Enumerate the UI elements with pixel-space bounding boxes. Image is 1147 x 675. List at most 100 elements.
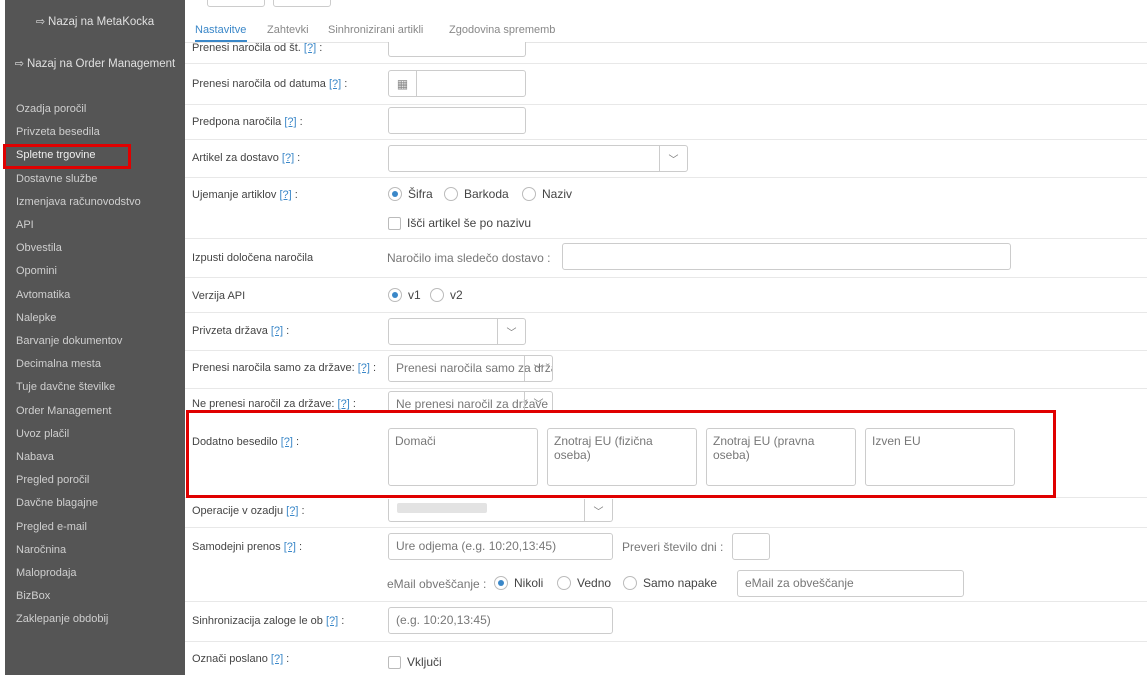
extra-text-domestic-textarea[interactable]: Domači bbox=[388, 428, 538, 486]
sidebar-item[interactable]: Maloprodaja bbox=[16, 565, 77, 581]
sidebar-item[interactable]: Nabava bbox=[16, 449, 54, 465]
only-countries-select[interactable]: Prenesi naročila samo za države ﹀ bbox=[388, 355, 553, 382]
row-divider bbox=[185, 238, 1147, 239]
top-button-1[interactable] bbox=[207, 0, 265, 7]
from-date-label: Prenesi naročila od datuma [?] : bbox=[192, 78, 348, 90]
tab-divider bbox=[185, 42, 1147, 43]
sidebar-item[interactable]: Tuje davčne številke bbox=[16, 379, 115, 395]
radio-checked-icon bbox=[388, 288, 402, 302]
prefix-label: Predpona naročila [?] : bbox=[192, 116, 303, 128]
email-notify-vedno-radio[interactable]: Vedno bbox=[557, 576, 611, 590]
sidebar-item[interactable]: Naročnina bbox=[16, 542, 66, 558]
sidebar-item[interactable]: Decimalna mesta bbox=[16, 356, 101, 372]
auto-transfer-input[interactable]: Ure odjema (e.g. 10:20,13:45) bbox=[388, 533, 613, 560]
row-divider bbox=[185, 350, 1147, 351]
sidebar-item[interactable]: Nalepke bbox=[16, 310, 56, 326]
from-number-input[interactable] bbox=[388, 42, 526, 57]
sidebar-item[interactable]: Dostavne službe bbox=[16, 171, 97, 187]
sidebar-item[interactable]: Avtomatika bbox=[16, 287, 70, 303]
skip-orders-label: Izpusti določena naročila bbox=[192, 252, 314, 264]
back-to-order-management-link[interactable]: ⇨ Nazaj na Order Management bbox=[5, 57, 185, 70]
row-divider bbox=[185, 312, 1147, 313]
radio-unchecked-icon bbox=[430, 288, 444, 302]
chevron-down-icon: ﹀ bbox=[659, 146, 687, 171]
sidebar-item[interactable]: Ozadja poročil bbox=[16, 101, 86, 117]
email-input[interactable]: eMail za obveščanje bbox=[737, 570, 964, 597]
default-country-label: Privzeta država [?] : bbox=[192, 325, 290, 337]
api-v1-radio[interactable]: v1 bbox=[388, 288, 421, 302]
sidebar-item[interactable]: Barvanje dokumentov bbox=[16, 333, 122, 349]
item-match-sifra-radio[interactable]: Šifra bbox=[388, 187, 433, 201]
row-divider bbox=[185, 497, 1147, 498]
radio-checked-icon bbox=[388, 187, 402, 201]
sidebar-item[interactable]: Order Management bbox=[16, 403, 111, 419]
row-divider bbox=[185, 388, 1147, 389]
tab-zgodovina-sprememb[interactable]: Zgodovina sprememb bbox=[449, 24, 555, 36]
tab-sinhronizirani-artikli[interactable]: Sinhronizirani artikli bbox=[328, 24, 423, 36]
sidebar-item[interactable]: BizBox bbox=[16, 588, 50, 604]
sidebar-item[interactable]: Izmenjava računovodstvo bbox=[16, 194, 141, 210]
auto-transfer-label: Samodejni prenos [?] : bbox=[192, 541, 303, 553]
calendar-icon: ▦ bbox=[389, 71, 417, 96]
checkbox-icon bbox=[388, 216, 401, 230]
bg-operations-select[interactable]: ﹀ bbox=[388, 499, 613, 522]
check-days-label: Preveri število dni : bbox=[622, 540, 724, 554]
radio-unchecked-icon bbox=[557, 576, 571, 590]
item-match-label: Ujemanje artiklov [?] : bbox=[192, 189, 298, 201]
chevron-down-icon: ﹀ bbox=[497, 319, 525, 344]
email-notify-samo-napake-radio[interactable]: Samo napake bbox=[623, 576, 717, 590]
row-divider bbox=[185, 139, 1147, 140]
sidebar-item[interactable]: API bbox=[16, 217, 34, 233]
row-divider bbox=[185, 104, 1147, 105]
sidebar-item[interactable]: Pregled poročil bbox=[16, 472, 89, 488]
row-divider bbox=[185, 177, 1147, 178]
sidebar-left-edge bbox=[0, 0, 5, 675]
api-version-label: Verzija API bbox=[192, 290, 246, 302]
sidebar-item[interactable]: Zaklepanje obdobij bbox=[16, 611, 108, 627]
extra-text-eu-individual-textarea[interactable]: Znotraj EU (fizična oseba) bbox=[547, 428, 697, 486]
stock-sync-input[interactable]: (e.g. 10:20,13:45) bbox=[388, 607, 613, 634]
item-match-barkoda-radio[interactable]: Barkoda bbox=[444, 187, 509, 201]
sidebar-item[interactable]: Davčne blagajne bbox=[16, 495, 98, 511]
row-divider bbox=[185, 277, 1147, 278]
email-notify-label: eMail obveščanje : bbox=[387, 577, 487, 591]
sidebar-item[interactable]: Uvoz plačil bbox=[16, 426, 69, 442]
checkbox-icon bbox=[388, 655, 401, 669]
only-countries-label: Prenesi naročila samo za države: [?] : bbox=[192, 362, 377, 374]
top-button-2[interactable] bbox=[273, 0, 331, 7]
radio-unchecked-icon bbox=[444, 187, 458, 201]
back-to-metakocka-link[interactable]: ⇨ Nazaj na MetaKocka bbox=[5, 15, 185, 28]
skip-orders-input[interactable] bbox=[562, 243, 1011, 270]
item-match-naziv-radio[interactable]: Naziv bbox=[522, 187, 572, 201]
extra-text-eu-company-textarea[interactable]: Znotraj EU (pravna oseba) bbox=[706, 428, 856, 486]
default-country-select[interactable]: ﹀ bbox=[388, 318, 526, 345]
chevron-down-icon: ﹀ bbox=[524, 356, 552, 381]
extra-text-label: Dodatno besedilo [?] : bbox=[192, 436, 300, 448]
chevron-down-icon: ﹀ bbox=[584, 499, 612, 521]
tab-zahtevki[interactable]: Zahtevki bbox=[267, 24, 309, 36]
mark-sent-checkbox[interactable]: Vključi bbox=[388, 655, 442, 669]
sidebar-item[interactable]: Obvestila bbox=[16, 240, 62, 256]
bg-operations-label: Operacije v ozadju [?] : bbox=[192, 505, 305, 517]
extra-text-outside-eu-textarea[interactable]: Izven EU bbox=[865, 428, 1015, 486]
sidebar: ⇨ Nazaj na MetaKocka ⇨ Nazaj na Order Mana… bbox=[0, 0, 185, 675]
delivery-item-select[interactable]: ﹀ bbox=[388, 145, 688, 172]
sidebar-item[interactable]: Opomini bbox=[16, 263, 57, 279]
tab-nastavitve[interactable]: Nastavitve bbox=[195, 24, 246, 36]
skip-orders-text: Naročilo ima sledečo dostavo : bbox=[387, 251, 551, 265]
prefix-input[interactable] bbox=[388, 107, 526, 134]
row-divider bbox=[185, 641, 1147, 642]
from-number-label: Prenesi naročila od št. [?] : bbox=[192, 42, 323, 54]
api-v2-radio[interactable]: v2 bbox=[430, 288, 463, 302]
email-notify-nikoli-radio[interactable]: Nikoli bbox=[494, 576, 543, 590]
sidebar-item[interactable]: Pregled e-mail bbox=[16, 519, 87, 535]
exclude-countries-label: Ne prenesi naročil za države: [?] : bbox=[192, 398, 356, 410]
from-date-input[interactable]: ▦ bbox=[388, 70, 526, 97]
search-by-name-checkbox[interactable]: Išči artikel še po nazivu bbox=[388, 216, 531, 230]
sidebar-item[interactable]: Privzeta besedila bbox=[16, 124, 100, 140]
main-content: Nastavitve Zahtevki Sinhronizirani artik… bbox=[185, 0, 1147, 675]
row-divider bbox=[185, 63, 1147, 64]
check-days-input[interactable] bbox=[732, 533, 770, 560]
redacted-value bbox=[397, 503, 487, 513]
exclude-countries-select[interactable]: Ne prenesi naročil za države ﹀ bbox=[388, 391, 553, 413]
